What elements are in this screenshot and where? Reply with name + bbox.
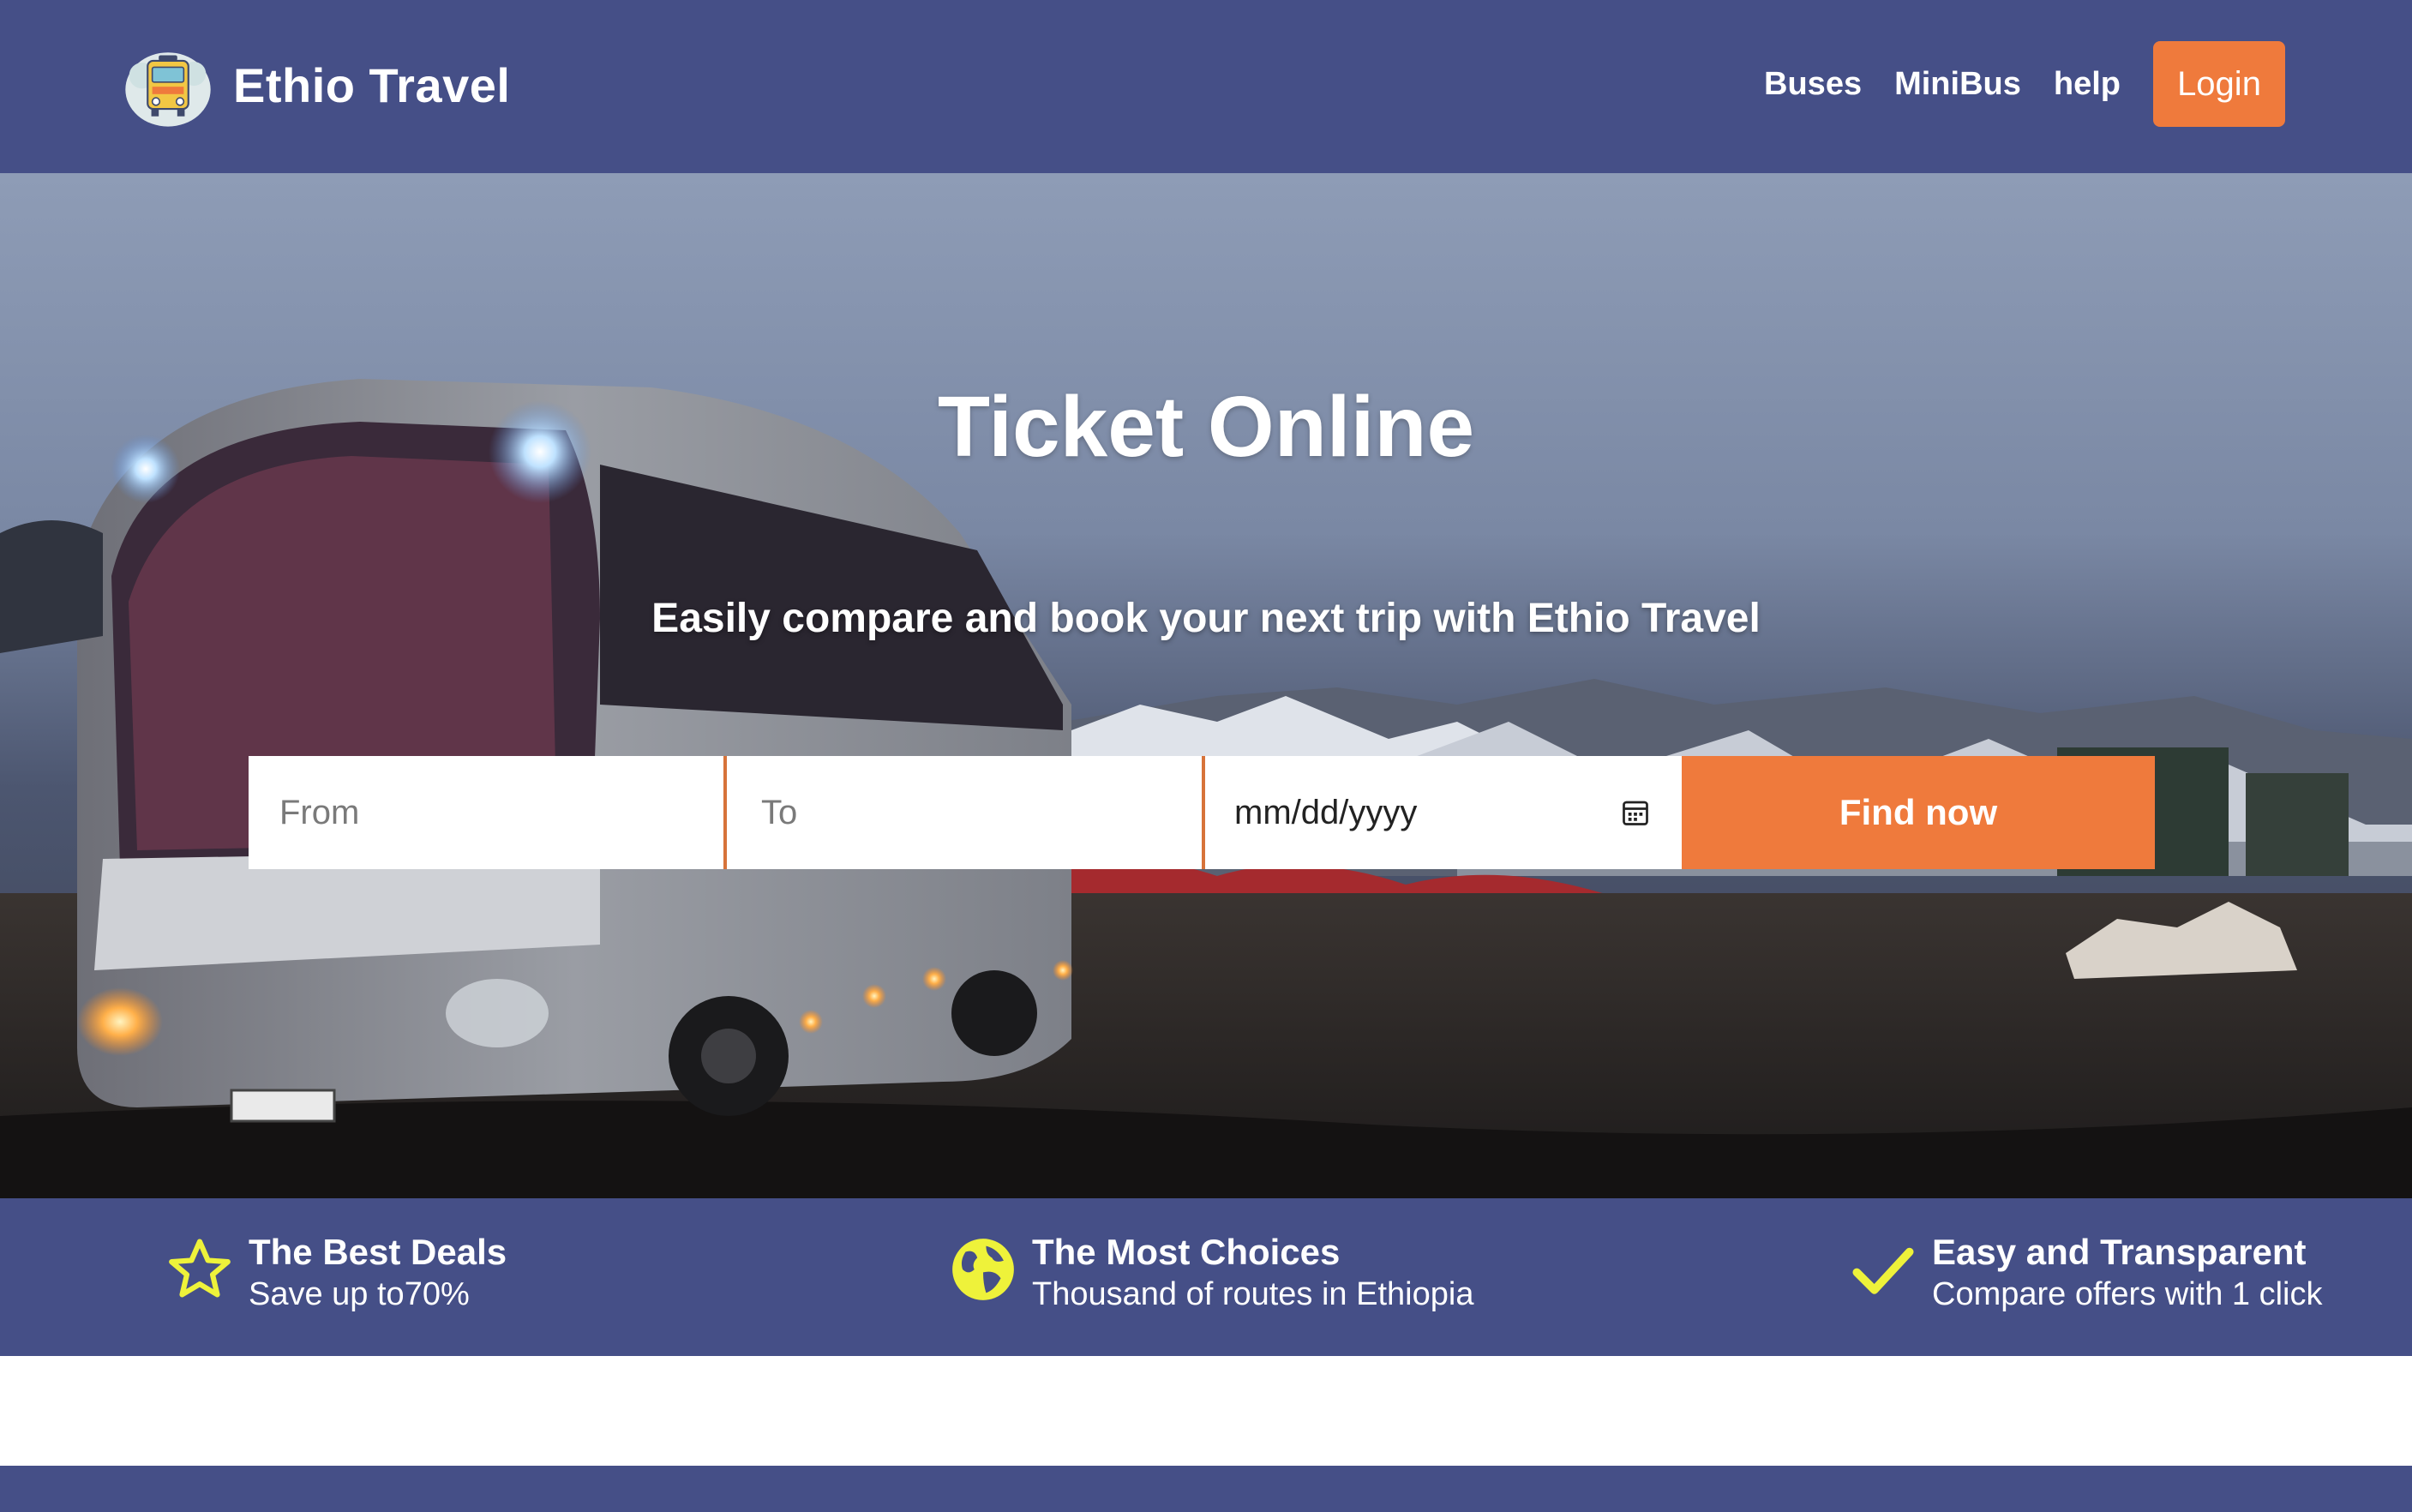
- find-now-button[interactable]: Find now: [1682, 756, 2155, 869]
- checkmark-icon: [1852, 1247, 1914, 1294]
- feature-easy-transparent: Easy and Transparent Compare offers with…: [1848, 1231, 2322, 1315]
- footer-strip: [0, 1466, 2412, 1512]
- search-form: mm/dd/yyyy Find now: [249, 756, 2155, 869]
- hero-title: Ticket Online: [937, 379, 1475, 475]
- bus-logo-icon: [125, 52, 211, 127]
- feature-title: Easy and Transparent: [1932, 1232, 2307, 1272]
- brand[interactable]: Ethio Travel: [122, 38, 510, 132]
- feature-title: The Most Choices: [1032, 1232, 1341, 1272]
- from-input[interactable]: [278, 792, 723, 833]
- nav-link-help[interactable]: help: [2054, 66, 2121, 103]
- brand-name: Ethio Travel: [233, 57, 511, 112]
- feature-title: The Best Deals: [249, 1232, 507, 1272]
- feature-description: Thousand of routes in Ethiopia: [1032, 1276, 1474, 1312]
- date-input[interactable]: mm/dd/yyyy: [1234, 794, 1417, 832]
- main-nav: Buses MiniBus help Login: [1764, 41, 2285, 127]
- feature-description: Save up to70%: [249, 1276, 470, 1312]
- hero-section: Ticket Online Easily compare and book yo…: [0, 173, 2412, 1198]
- nav-link-buses[interactable]: Buses: [1764, 66, 1862, 103]
- feature-description: Compare offers with 1 click: [1932, 1276, 2323, 1312]
- to-input[interactable]: [759, 792, 1202, 833]
- features-bar: The Best Deals Save up to70% The Most Ch…: [0, 1198, 2412, 1356]
- nav-link-minibus[interactable]: MiniBus: [1894, 66, 2021, 103]
- to-field[interactable]: [727, 756, 1205, 869]
- hero-background-image: [0, 173, 2412, 1198]
- navbar: Ethio Travel Buses MiniBus help Login: [0, 0, 2412, 173]
- calendar-icon[interactable]: [1620, 797, 1651, 828]
- star-icon: [169, 1239, 231, 1298]
- login-button[interactable]: Login: [2153, 41, 2285, 127]
- feature-most-choices: The Most Choices Thousand of routes in E…: [948, 1231, 1473, 1315]
- date-field[interactable]: mm/dd/yyyy: [1205, 756, 1682, 869]
- hero-subtitle: Easily compare and book your next trip w…: [651, 596, 1761, 641]
- from-field[interactable]: [249, 756, 727, 869]
- feature-best-deals: The Best Deals Save up to70%: [165, 1231, 507, 1315]
- globe-icon: [952, 1239, 1014, 1300]
